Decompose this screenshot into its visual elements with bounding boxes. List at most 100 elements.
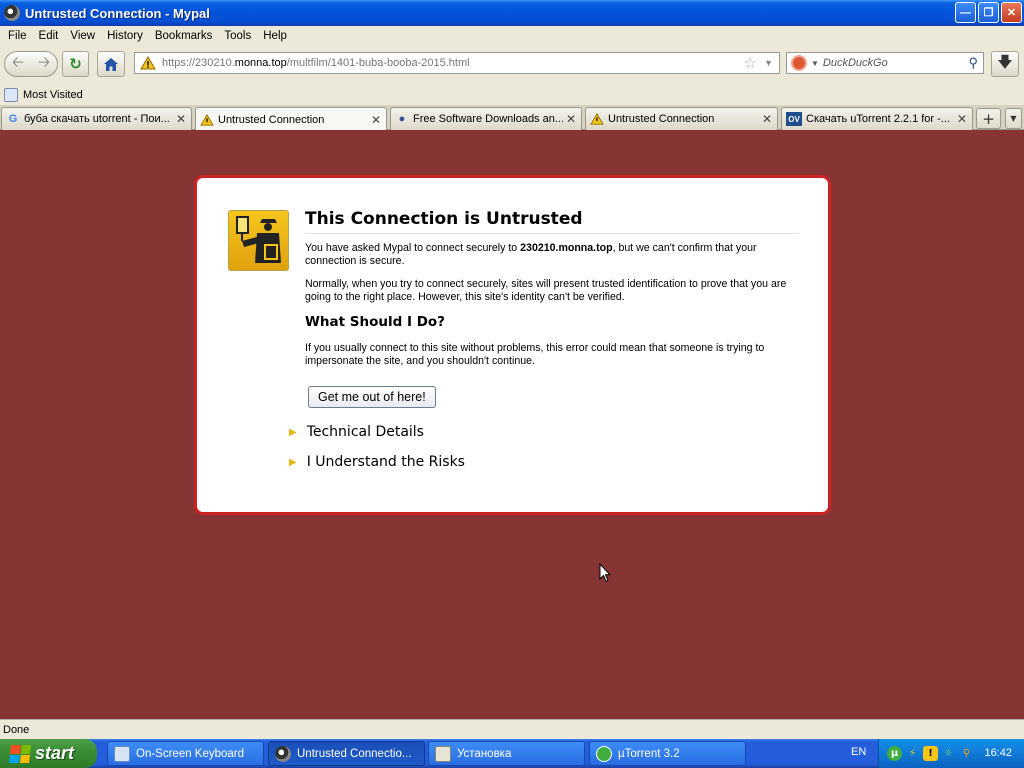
window-controls: — ❐ ✕ bbox=[955, 2, 1022, 23]
reload-button[interactable]: ↻ bbox=[62, 51, 89, 77]
error-advice: If you usually connect to this site with… bbox=[305, 342, 765, 367]
taskbar-item-on-screen-keyboard[interactable]: On-Screen Keyboard bbox=[107, 741, 264, 766]
list-all-tabs-button[interactable]: ▼ bbox=[1005, 108, 1022, 129]
tab-3[interactable]: ● Free Software Downloads an... ✕ bbox=[390, 107, 582, 130]
tab-label: Untrusted Connection bbox=[608, 113, 715, 125]
menu-bar: File Edit View History Bookmarks Tools H… bbox=[0, 26, 1024, 46]
taskbar-item-mypal[interactable]: Untrusted Connectio... bbox=[268, 741, 425, 766]
tab-close-icon[interactable]: ✕ bbox=[955, 112, 969, 126]
error-description-2: Normally, when you try to connect secure… bbox=[305, 278, 787, 303]
tab-5[interactable]: OV Скачать uTorrent 2.2.1 for -... ✕ bbox=[781, 107, 973, 130]
menu-edit[interactable]: Edit bbox=[34, 30, 64, 42]
back-forward-group: 🡠 🡢 bbox=[4, 51, 58, 77]
tab-1[interactable]: G буба скачать utorrent - Пои... ✕ bbox=[1, 107, 192, 130]
error-main-content: This Connection is Untrusted You have as… bbox=[305, 209, 799, 378]
system-tray: µ ⚡ ! ☼ ⚲ 16:42 bbox=[878, 739, 1024, 768]
page-content: This Connection is Untrusted You have as… bbox=[0, 130, 1024, 719]
home-button[interactable] bbox=[97, 51, 125, 77]
tab-close-icon[interactable]: ✕ bbox=[369, 113, 383, 127]
power-tray-icon[interactable]: ⚡ bbox=[905, 746, 920, 761]
url-bar[interactable]: https://230210. monna.top/multfilm/1401-b… bbox=[134, 52, 780, 74]
technical-details-label: Technical Details bbox=[306, 424, 424, 440]
expand-triangle-icon: ▶ bbox=[289, 426, 297, 438]
tab-label: Скачать uTorrent 2.2.1 for -... bbox=[806, 113, 950, 125]
get-me-out-button[interactable]: Get me out of here! bbox=[308, 386, 436, 408]
reload-icon: ↻ bbox=[69, 55, 82, 73]
utorrent-tray-icon[interactable]: µ bbox=[887, 746, 902, 761]
understand-risks-expander[interactable]: ▶ I Understand the Risks bbox=[289, 454, 465, 470]
bookmark-folder-icon bbox=[4, 87, 18, 102]
search-tray-icon[interactable]: ⚲ bbox=[959, 746, 974, 761]
taskbar-item-utorrent[interactable]: µTorrent 3.2 bbox=[589, 741, 746, 766]
error-desc-before: You have asked Mypal to connect securely… bbox=[305, 242, 521, 254]
url-host: monna.top bbox=[234, 57, 287, 69]
google-icon: G bbox=[8, 113, 18, 125]
minimize-button[interactable]: — bbox=[955, 2, 976, 23]
close-button[interactable]: ✕ bbox=[1001, 2, 1022, 23]
installer-icon bbox=[435, 745, 451, 762]
paw-icon: ● bbox=[398, 113, 406, 125]
screen: Untrusted Connection - Mypal — ❐ ✕ File … bbox=[0, 0, 1024, 768]
tab-4[interactable]: Untrusted Connection ✕ bbox=[585, 107, 778, 130]
menu-history[interactable]: History bbox=[102, 30, 148, 42]
tab-2[interactable]: Untrusted Connection ✕ bbox=[195, 107, 387, 131]
tab-close-icon[interactable]: ✕ bbox=[564, 112, 578, 126]
menu-tools[interactable]: Tools bbox=[219, 30, 256, 42]
maximize-button[interactable]: ❐ bbox=[978, 2, 999, 23]
error-host: 230210.monna.top bbox=[520, 242, 613, 254]
menu-help[interactable]: Help bbox=[258, 30, 292, 42]
technical-details-expander[interactable]: ▶ Technical Details bbox=[289, 424, 424, 440]
plus-icon: + bbox=[982, 109, 995, 128]
start-label: start bbox=[35, 743, 75, 763]
mypal-app-icon[interactable] bbox=[4, 5, 20, 21]
download-arrow-icon: 🡇 bbox=[997, 52, 1013, 71]
search-bar[interactable]: ▼ DuckDuckGo ⚲ bbox=[786, 52, 984, 74]
search-engine-dropdown-icon[interactable]: ▼ bbox=[811, 59, 819, 68]
url-path: /multfilm/1401-buba-booba-2015.html bbox=[286, 57, 470, 69]
tab-label: Free Software Downloads an... bbox=[413, 113, 564, 125]
language-indicator[interactable]: EN bbox=[851, 746, 866, 758]
certificate-officer-icon bbox=[228, 210, 289, 271]
warning-icon[interactable] bbox=[140, 56, 156, 71]
menu-bookmarks[interactable]: Bookmarks bbox=[150, 30, 218, 42]
chevron-down-icon: ▼ bbox=[1010, 114, 1017, 123]
tab-close-icon[interactable]: ✕ bbox=[760, 112, 774, 126]
window-title: Untrusted Connection - Mypal bbox=[25, 5, 210, 21]
warning-icon bbox=[200, 113, 214, 127]
search-icon[interactable]: ⚲ bbox=[968, 55, 978, 71]
window-titlebar[interactable]: Untrusted Connection - Mypal — ❐ ✕ bbox=[0, 0, 1024, 26]
expand-triangle-icon: ▶ bbox=[289, 456, 297, 468]
close-icon: ✕ bbox=[1006, 7, 1017, 19]
forward-button[interactable]: 🡢 bbox=[31, 51, 57, 77]
menu-file[interactable]: File bbox=[3, 30, 32, 42]
status-text: Done bbox=[3, 723, 30, 736]
tab-close-icon[interactable]: ✕ bbox=[174, 112, 188, 126]
clock: 16:42 bbox=[984, 747, 1012, 759]
taskbar-item-installer[interactable]: Установка bbox=[428, 741, 585, 766]
duckduckgo-icon[interactable] bbox=[791, 55, 807, 71]
understand-risks-label: I Understand the Risks bbox=[306, 454, 465, 470]
keyboard-icon bbox=[114, 745, 130, 762]
minimize-icon: — bbox=[960, 6, 971, 19]
mouse-pointer-icon bbox=[599, 563, 611, 583]
tab-label: Untrusted Connection bbox=[218, 113, 325, 126]
back-button[interactable]: 🡠 bbox=[5, 51, 31, 77]
maximize-icon: ❐ bbox=[983, 7, 994, 19]
navigation-toolbar: 🡠 🡢 ↻ https://230210. monna.top/multfilm/… bbox=[0, 46, 1024, 83]
error-description-1: You have asked Mypal to connect securely… bbox=[305, 242, 799, 268]
menu-view[interactable]: View bbox=[65, 30, 100, 42]
bookmark-most-visited[interactable]: Most Visited bbox=[23, 89, 83, 101]
security-shield-icon[interactable]: ! bbox=[923, 746, 938, 761]
new-tab-button[interactable]: + bbox=[976, 108, 1001, 129]
ov-icon: OV bbox=[786, 112, 802, 126]
bookmarks-toolbar: Most Visited bbox=[0, 84, 1024, 105]
warning-icon bbox=[590, 112, 604, 126]
tab-label: буба скачать utorrent - Пои... bbox=[24, 113, 170, 125]
network-tray-icon[interactable]: ☼ bbox=[941, 746, 956, 761]
url-dropdown-icon[interactable]: ▼ bbox=[764, 58, 773, 68]
forward-arrow-icon: 🡢 bbox=[37, 52, 51, 71]
start-button[interactable]: start bbox=[0, 739, 97, 768]
task-label: On-Screen Keyboard bbox=[136, 747, 245, 760]
downloads-button[interactable]: 🡇 bbox=[991, 51, 1019, 77]
bookmark-star-icon[interactable]: ☆ bbox=[744, 54, 757, 72]
